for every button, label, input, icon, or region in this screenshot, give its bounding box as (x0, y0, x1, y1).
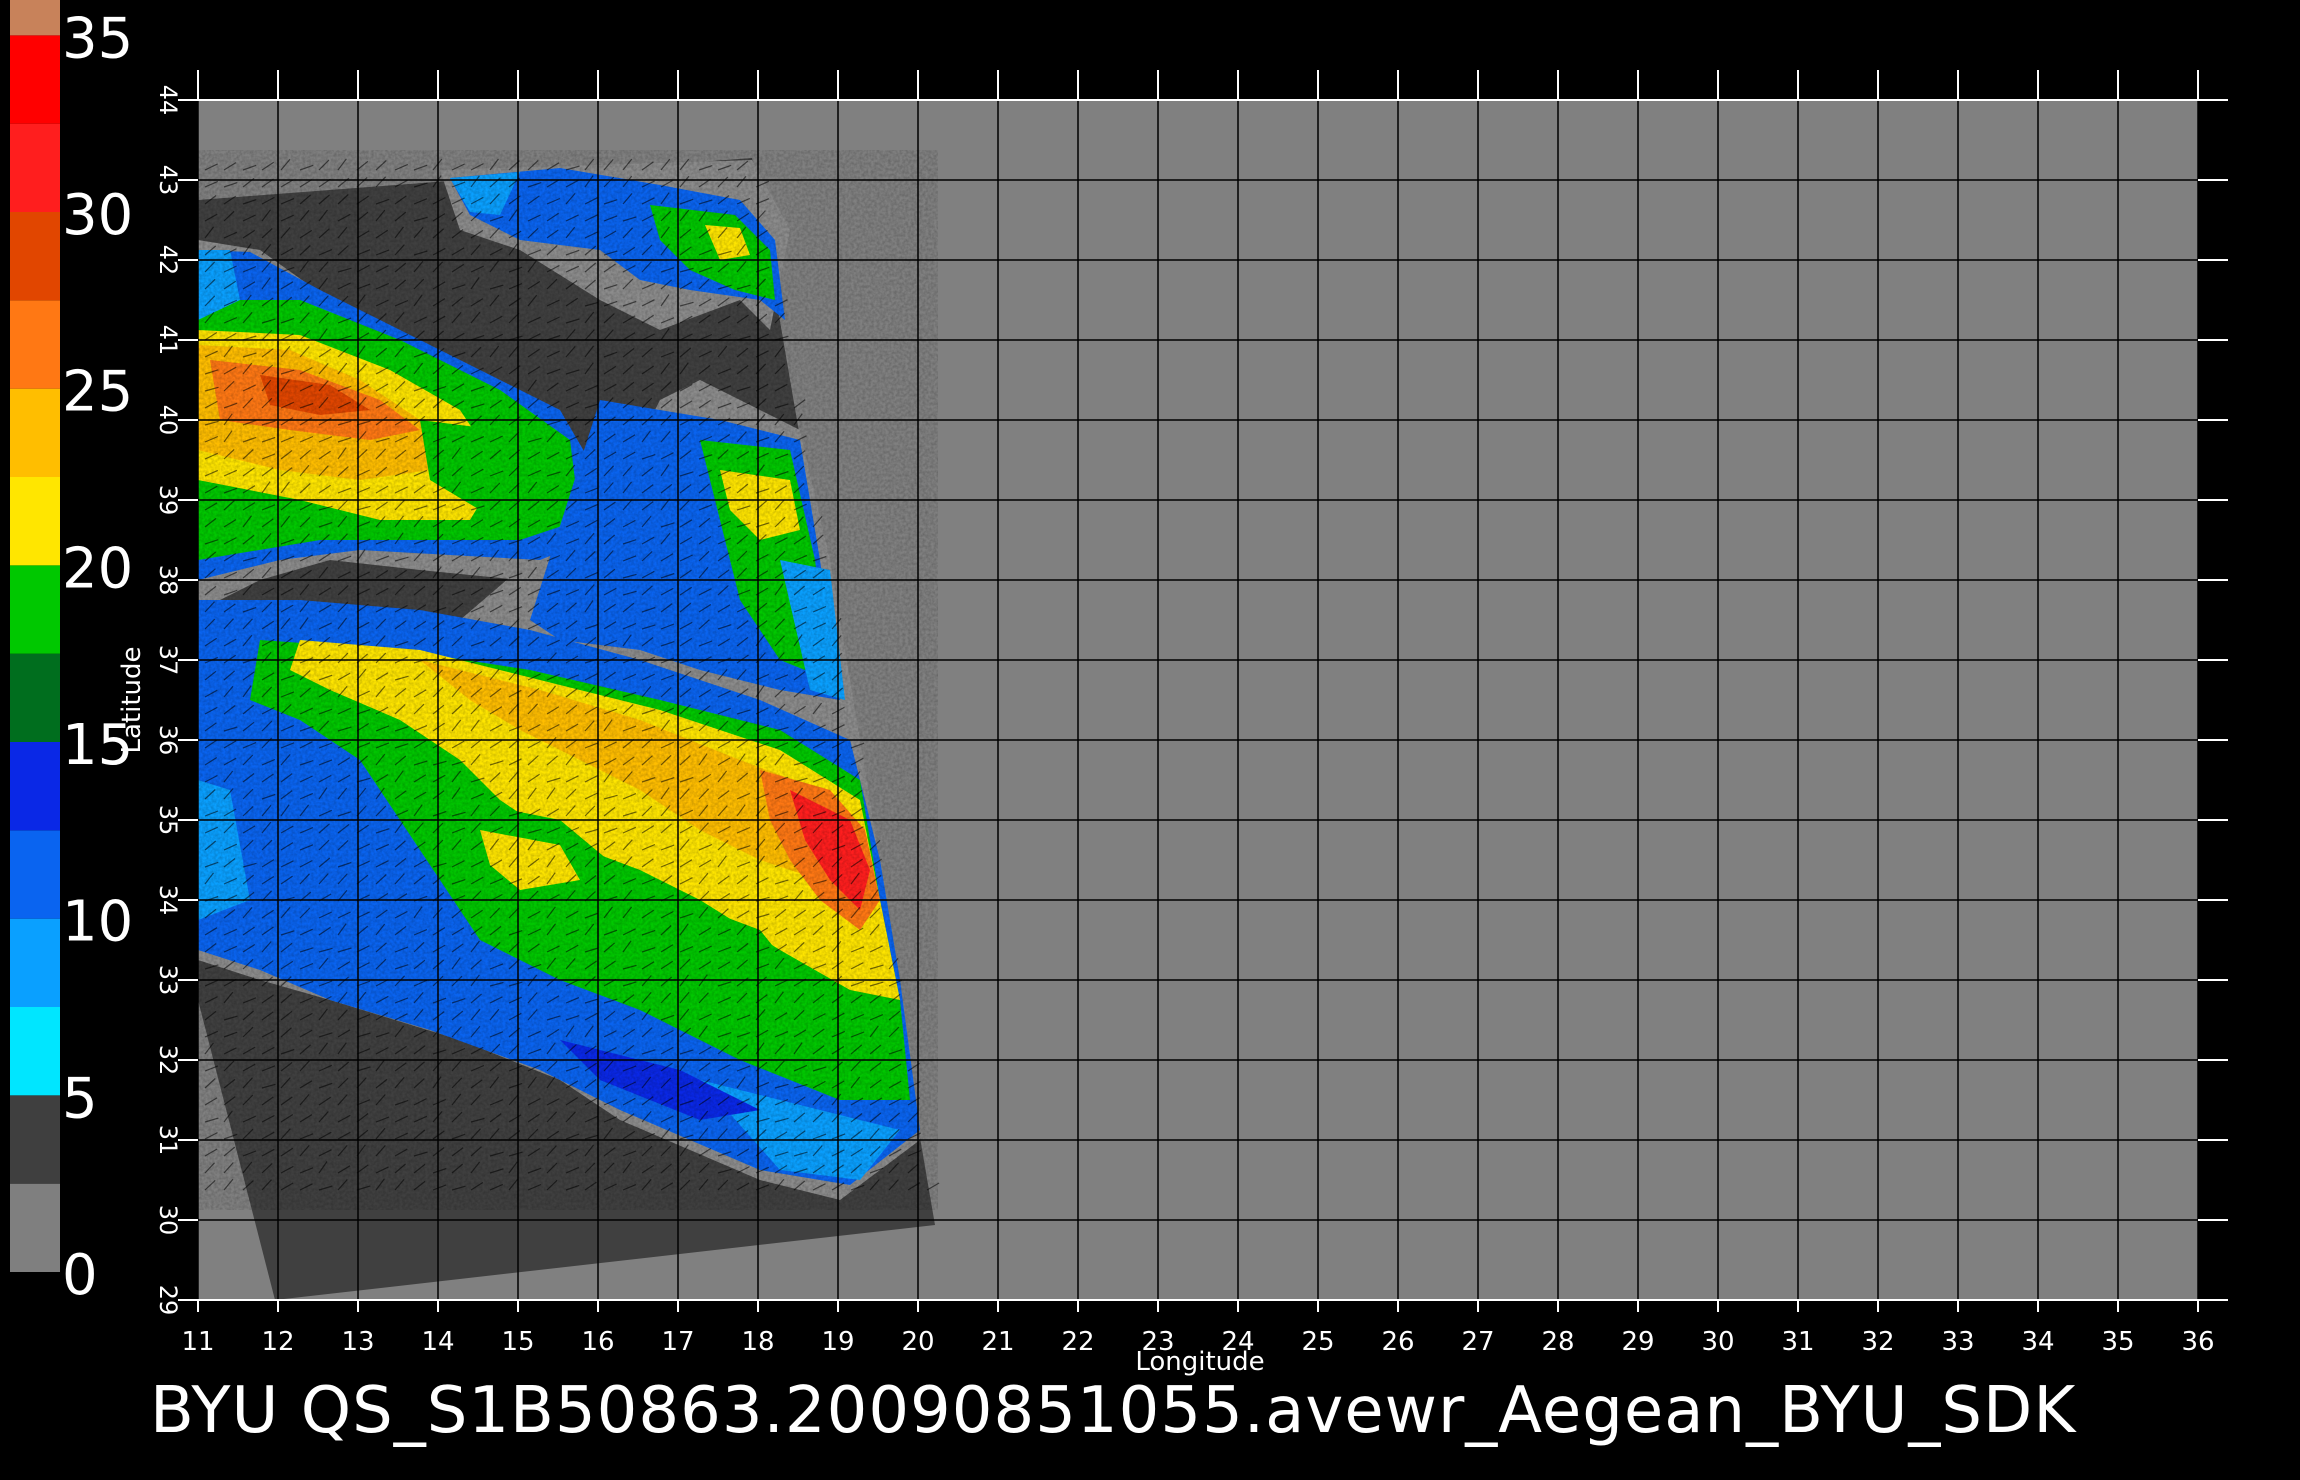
lon-tick-label: 15 (501, 1327, 534, 1357)
colorbar-band (10, 0, 60, 36)
lon-tick-label: 31 (1781, 1327, 1814, 1357)
lat-tick-label: 35 (154, 805, 182, 836)
lon-tick-label: 20 (901, 1327, 934, 1357)
lon-tick-label: 19 (821, 1327, 854, 1357)
lat-tick-label: 38 (154, 565, 182, 596)
lat-tick-label: 40 (154, 405, 182, 436)
lon-tick-label: 11 (181, 1327, 214, 1357)
lat-tick-label: 33 (154, 965, 182, 996)
lat-tick-label: 32 (154, 1045, 182, 1076)
lat-tick-label: 39 (154, 485, 182, 516)
figure-title: BYU QS_S1B50863.20090851055.avewr_Aegean… (150, 1374, 2077, 1448)
colorbar-band (10, 1007, 60, 1096)
colorbar-tick-label: 30 (62, 183, 133, 248)
colorbar-band (10, 1095, 60, 1184)
lon-tick-label: 21 (981, 1327, 1014, 1357)
colorbar-tick-label: 35 (62, 6, 133, 71)
lat-tick-label: 42 (154, 245, 182, 276)
lat-tick-label: 36 (154, 725, 182, 756)
colorbar-band (10, 1183, 60, 1272)
map-data-layer (198, 150, 940, 1300)
lat-tick-label: 30 (154, 1205, 182, 1236)
wind-speed-field (198, 150, 938, 1210)
lon-tick-label: 16 (581, 1327, 614, 1357)
colorbar-band (10, 653, 60, 742)
lat-tick-label: 34 (154, 885, 182, 916)
lon-tick-label: 12 (261, 1327, 294, 1357)
lat-tick-label: 37 (154, 645, 182, 676)
colorbar-tick-label: 5 (62, 1066, 98, 1131)
scatterometer-wind-map: 0 5 10 15 20 25 30 35 11 12 13 14 15 16 17 18 1… (10, 0, 2228, 1448)
lon-tick-label: 27 (1461, 1327, 1494, 1357)
lon-tick-label: 32 (1861, 1327, 1894, 1357)
colorbar-band (10, 918, 60, 1007)
colorbar-band (10, 123, 60, 212)
colorbar-band (10, 35, 60, 124)
lon-tick-label: 22 (1061, 1327, 1094, 1357)
colorbar-band (10, 212, 60, 301)
lat-tick-label: 43 (154, 165, 182, 196)
colorbar-band (10, 830, 60, 919)
lat-tick-label: 44 (154, 85, 182, 116)
lon-tick-label: 26 (1381, 1327, 1414, 1357)
lon-tick-label: 13 (341, 1327, 374, 1357)
lon-tick-label: 17 (661, 1327, 694, 1357)
map-plot: 11 12 13 14 15 16 17 18 19 20 21 22 23 24 25 26 27 28 29 30… (117, 70, 2228, 1377)
colorbar-tick-label: 25 (62, 360, 133, 425)
lat-tick-label: 41 (154, 325, 182, 356)
lon-tick-label: 14 (421, 1327, 454, 1357)
colorbar-tick-label: 0 (62, 1243, 98, 1308)
lon-tick-label: 28 (1541, 1327, 1574, 1357)
lon-tick-label: 34 (2021, 1327, 2054, 1357)
colorbar-band (10, 477, 60, 566)
colorbar-band (10, 300, 60, 389)
lon-tick-label: 18 (741, 1327, 774, 1357)
colorbar-band (10, 742, 60, 831)
colorbar-tick-label: 10 (62, 890, 133, 955)
y-axis-label: Latitude (117, 646, 147, 753)
lon-tick-label: 35 (2101, 1327, 2134, 1357)
lon-tick-label: 29 (1621, 1327, 1654, 1357)
lon-tick-label: 36 (2181, 1327, 2214, 1357)
lon-tick-label: 25 (1301, 1327, 1334, 1357)
lon-tick-label: 30 (1701, 1327, 1734, 1357)
colorbar-tick-label: 20 (62, 536, 133, 601)
lon-tick-label: 33 (1941, 1327, 1974, 1357)
colorbar-band (10, 565, 60, 654)
lat-tick-label: 29 (154, 1285, 182, 1316)
colorbar: 05101520253035 (10, 0, 133, 1308)
lat-tick-label: 31 (154, 1125, 182, 1156)
colorbar-bands (10, 0, 60, 1272)
colorbar-band (10, 388, 60, 477)
x-axis-label: Longitude (1135, 1347, 1264, 1377)
